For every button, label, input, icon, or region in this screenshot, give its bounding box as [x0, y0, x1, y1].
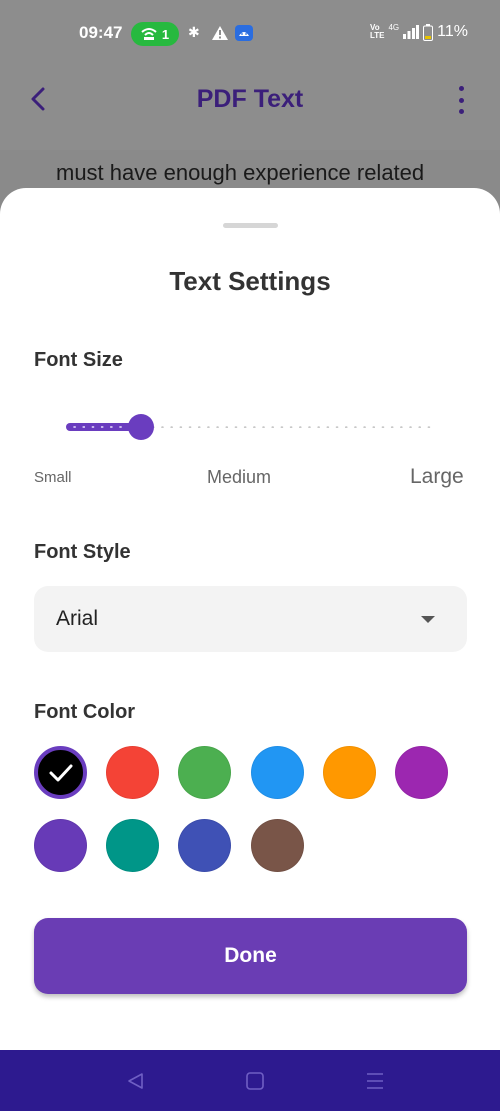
- hotspot-count: 1: [161, 26, 170, 42]
- font-style-label: Font Style: [34, 541, 131, 563]
- status-right: Vo LTE 4G 11%: [370, 23, 468, 41]
- font-color-label: Font Color: [34, 701, 136, 723]
- color-swatch[interactable]: [395, 746, 448, 799]
- drag-handle[interactable]: [223, 223, 278, 228]
- page-title: PDF Text: [196, 85, 304, 113]
- volte-line2: LTE: [369, 31, 385, 40]
- home-square-icon[interactable]: [243, 1070, 267, 1092]
- more-vert-icon[interactable]: [456, 86, 466, 114]
- slack-icon: ✱: [188, 24, 200, 40]
- menu-dot: [458, 97, 464, 103]
- wifi-hotspot-icon: [141, 28, 157, 40]
- color-swatch[interactable]: [106, 746, 160, 799]
- system-nav-bar: [0, 1050, 500, 1111]
- size-label-medium: Medium: [207, 467, 272, 487]
- check-icon: [49, 764, 72, 781]
- done-button[interactable]: Done: [34, 918, 467, 994]
- size-label-large: Large: [410, 465, 464, 488]
- battery-icon: [423, 23, 434, 41]
- android-icon: [235, 25, 253, 41]
- color-swatch[interactable]: [178, 746, 232, 799]
- slider-thumb[interactable]: [128, 414, 155, 440]
- color-swatch[interactable]: [322, 746, 376, 799]
- menu-dot: [458, 86, 464, 91]
- color-swatch[interactable]: [250, 819, 304, 872]
- status-bar: 09:47 1 ✱ Vo LTE 4G 11%: [0, 0, 500, 50]
- back-triangle-icon[interactable]: [124, 1070, 148, 1092]
- document-line: must have enough experience related: [56, 160, 425, 185]
- battery-percent: 11%: [437, 23, 468, 40]
- menu-dot: [458, 109, 464, 114]
- size-label-small: Small: [34, 469, 72, 486]
- volte-icon: Vo LTE: [370, 24, 385, 40]
- text-settings-sheet: Text Settings Font Size Small Medium Lar…: [0, 188, 500, 1050]
- font-size-slider[interactable]: [66, 414, 434, 440]
- color-swatch[interactable]: [34, 746, 87, 799]
- hotspot-badge: 1: [131, 22, 179, 46]
- status-time: 09:47: [79, 23, 123, 42]
- font-style-dropdown[interactable]: Arial: [34, 586, 467, 652]
- signal-icon: [403, 25, 420, 39]
- recents-menu-icon[interactable]: [363, 1070, 387, 1092]
- sheet-title: Text Settings: [169, 266, 331, 296]
- app-bar: PDF Text: [0, 50, 500, 150]
- color-swatch[interactable]: [250, 746, 304, 799]
- font-style-value: Arial: [56, 607, 99, 630]
- color-swatch[interactable]: [34, 819, 87, 872]
- color-swatch[interactable]: [106, 819, 160, 872]
- font-size-label: Font Size: [34, 349, 123, 371]
- network-type: 4G: [388, 23, 400, 32]
- warning-icon: [212, 26, 228, 40]
- color-swatch[interactable]: [178, 819, 232, 872]
- dropdown-arrow-icon: [421, 616, 435, 623]
